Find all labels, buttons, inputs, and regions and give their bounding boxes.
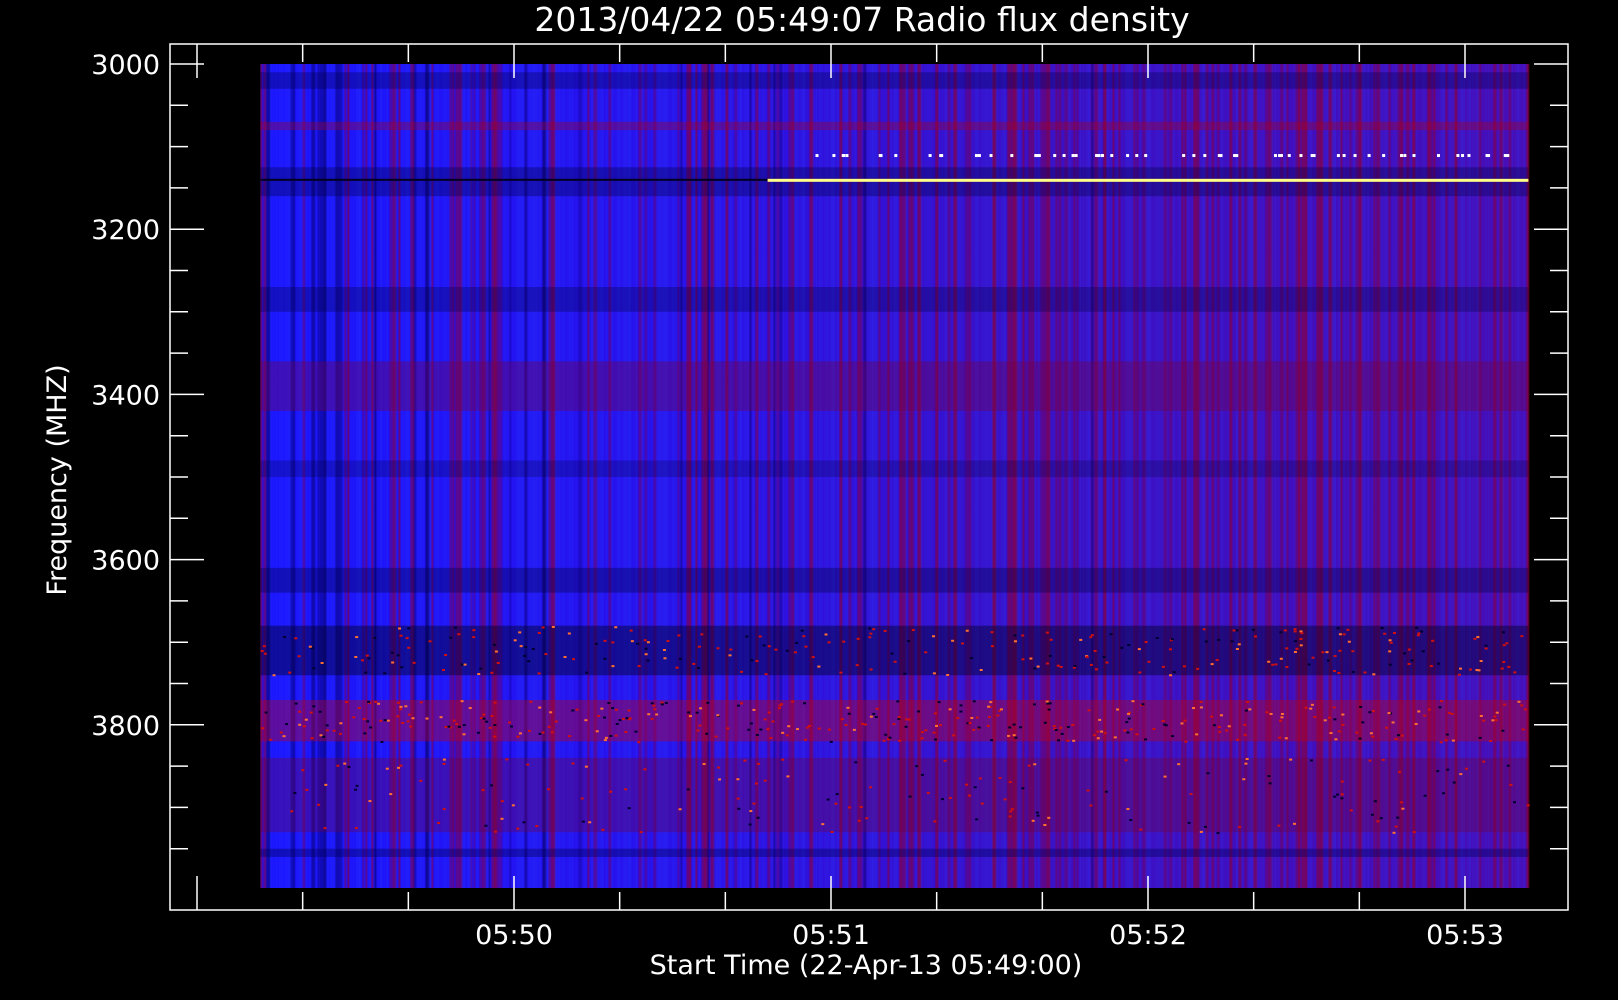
x-tick-label: 05:50	[475, 920, 553, 951]
x-tick-label: 05:52	[1109, 920, 1187, 951]
spectrogram-figure: 2013/04/22 05:49:07 Radio flux density 0…	[42, 0, 1569, 981]
x-tick-label: 05:51	[792, 920, 870, 951]
y-tick-label: 3000	[91, 50, 160, 81]
y-tick-label: 3800	[91, 711, 160, 742]
y-tick-label: 3200	[91, 215, 160, 246]
x-axis-title: Start Time (22-Apr-13 05:49:00)	[650, 950, 1083, 981]
y-tick-label: 3400	[91, 380, 160, 411]
y-tick-label: 3600	[91, 546, 160, 577]
heatmap-area	[260, 64, 1530, 888]
chart-title: 2013/04/22 05:49:07 Radio flux density	[534, 0, 1189, 39]
heatmap-horizontal-bands	[260, 72, 1529, 857]
x-tick-label: 05:53	[1426, 920, 1504, 951]
y-axis-title: Frequency (MHZ)	[42, 364, 73, 595]
